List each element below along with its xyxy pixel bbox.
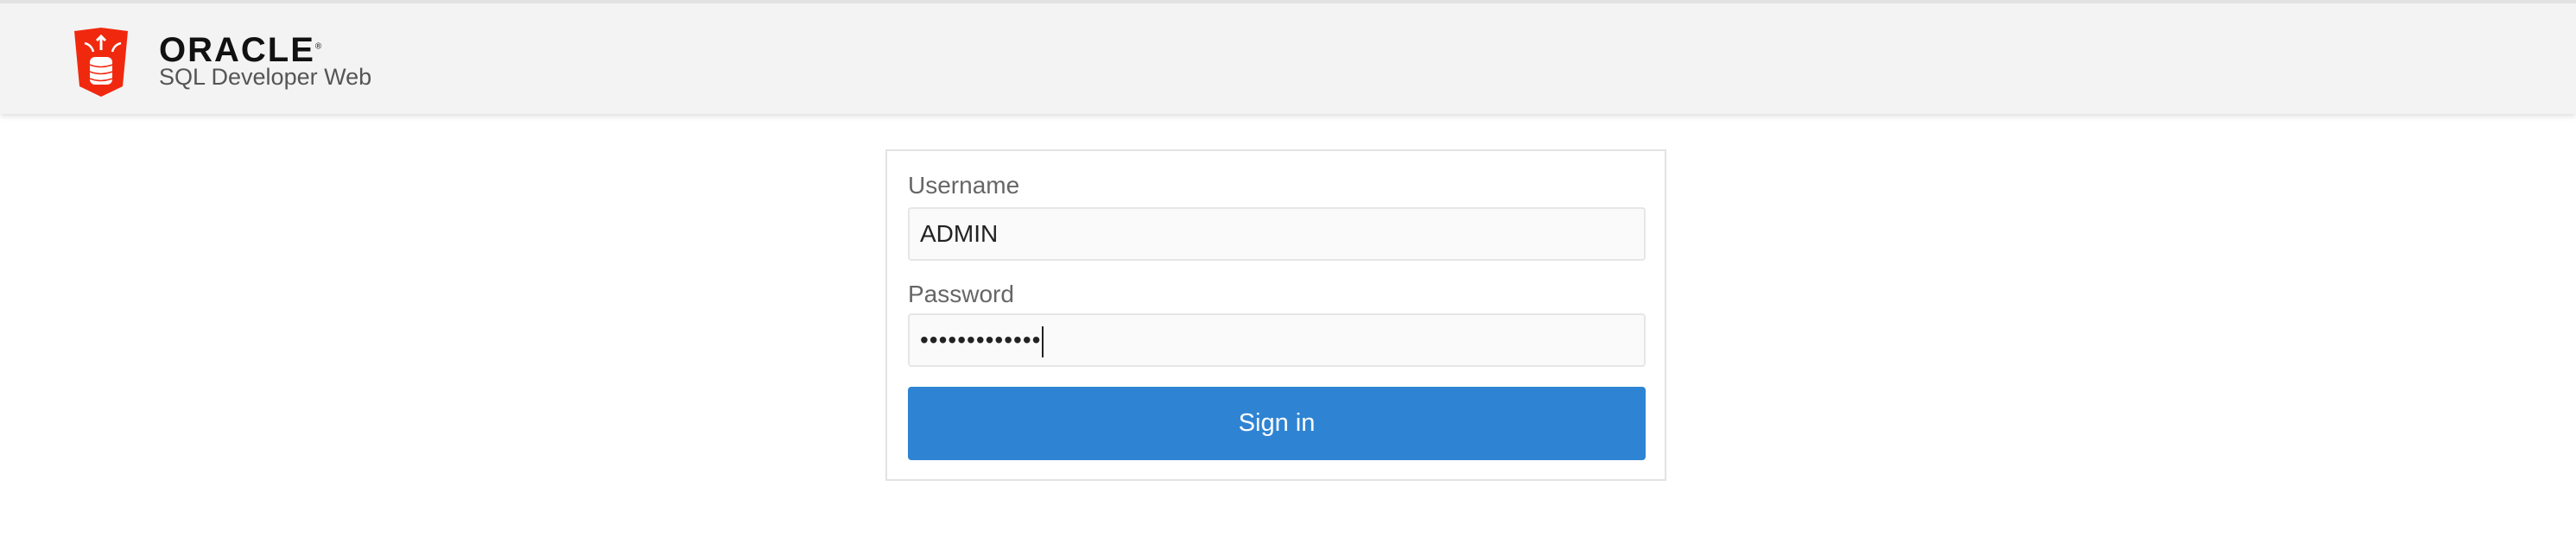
password-label: Password (908, 281, 1014, 307)
username-label: Username (908, 172, 1020, 199)
login-form: Username ADMIN Password ••••••••••••• Si… (885, 149, 1666, 481)
username-input[interactable]: ADMIN (908, 207, 1646, 261)
password-input[interactable]: ••••••••••••• (908, 313, 1646, 367)
sql-developer-logo-icon (74, 28, 128, 97)
password-value: ••••••••••••• (920, 326, 1042, 353)
text-caret (1042, 325, 1044, 357)
sign-in-button[interactable]: Sign in (908, 387, 1646, 460)
product-name: SQL Developer Web (159, 64, 372, 90)
app-header: ORACLE® SQL Developer Web (0, 0, 2576, 114)
username-value: ADMIN (920, 220, 999, 247)
